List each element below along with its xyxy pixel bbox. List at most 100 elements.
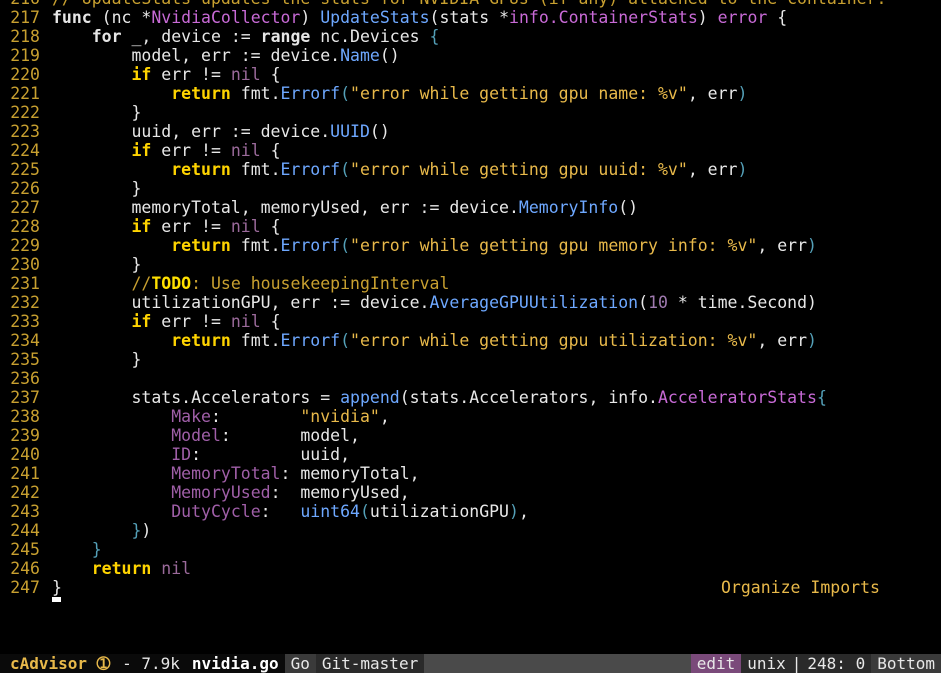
code-line[interactable]: 241 MemoryTotal: memoryTotal, (0, 464, 941, 483)
cursor-position: 248: 0 (801, 654, 872, 673)
code-line[interactable]: 236 (0, 369, 941, 388)
code-line[interactable]: 230 } (0, 255, 941, 274)
line-number: 221 (10, 84, 40, 103)
code-line[interactable]: 216// UpdateStats updates the stats for … (0, 0, 941, 8)
code-token: ( (638, 293, 649, 312)
code-line[interactable]: 224 if err != nil { (0, 141, 941, 160)
code-line[interactable]: 231 //TODO: Use housekeepingInterval (0, 274, 941, 293)
code-line[interactable]: 245 } (0, 540, 941, 559)
line-number: 247 (10, 578, 40, 597)
organize-imports-hint[interactable]: Organize Imports (721, 578, 880, 597)
code-text: if err != nil { (52, 65, 280, 84)
code-token: stats.Accelerators = (52, 388, 341, 407)
code-token: () (369, 122, 390, 141)
line-number: 220 (10, 65, 40, 84)
code-token: { (429, 27, 440, 46)
code-token: AcceleratorStats (657, 388, 817, 407)
code-line[interactable]: 233 if err != nil { (0, 312, 941, 331)
line-number: 241 (10, 464, 40, 483)
code-text: Make: "nvidia", (52, 407, 390, 426)
code-token: if (131, 312, 152, 331)
code-text: for _, device := range nc.Devices { (52, 27, 440, 46)
code-text: } (52, 350, 141, 369)
code-text: MemoryUsed: memoryUsed, (52, 483, 409, 502)
code-text: return nil (52, 559, 191, 578)
code-line[interactable]: 227 memoryTotal, memoryUsed, err := devi… (0, 198, 941, 217)
code-token: : (260, 502, 301, 521)
line-number: 231 (10, 274, 40, 293)
project-name: cAdvisor ➀ (0, 654, 117, 673)
code-token: , err (687, 160, 738, 179)
code-line[interactable]: 223 uuid, err := device.UUID() (0, 122, 941, 141)
code-token: nil (161, 559, 192, 578)
code-text: stats.Accelerators = append(stats.Accele… (52, 388, 826, 407)
code-token: if (131, 217, 152, 236)
code-text: func (nc *NvidiaCollector) UpdateStats(s… (52, 8, 787, 27)
code-token: func (52, 8, 92, 27)
code-token: ) (807, 331, 817, 350)
code-token: ) (141, 521, 152, 540)
code-token: ( (340, 236, 351, 255)
code-token: } (52, 179, 142, 198)
code-line[interactable]: 219 model, err := device.Name() (0, 46, 941, 65)
code-text: uuid, err := device.UUID() (52, 122, 390, 141)
code-token: nil (230, 65, 261, 84)
code-line[interactable]: 220 if err != nil { (0, 65, 941, 84)
code-line[interactable]: 240 ID: uuid, (0, 445, 941, 464)
code-token: ( (359, 502, 370, 521)
line-number: 230 (10, 255, 40, 274)
code-line[interactable]: 218 for _, device := range nc.Devices { (0, 27, 941, 46)
code-token: fmt. (230, 84, 281, 103)
line-number: 246 (10, 559, 40, 578)
line-number: 239 (10, 426, 40, 445)
code-line[interactable]: 243 DutyCycle: uint64(utilizationGPU), (0, 502, 941, 521)
git-branch[interactable]: Git-master (315, 654, 425, 673)
code-token: return (171, 236, 231, 255)
code-token: Name (340, 46, 380, 65)
code-token: if (131, 65, 152, 84)
code-token: ) (737, 84, 748, 103)
code-token: memoryTotal, memoryUsed, err := device. (52, 198, 519, 217)
code-line[interactable]: 226 } (0, 179, 941, 198)
code-editor[interactable]: 216// UpdateStats updates the stats for … (0, 0, 941, 597)
code-line[interactable]: 239 Model: model, (0, 426, 941, 445)
line-number: 226 (10, 179, 40, 198)
status-bar: cAdvisor ➀ - 7.9k nvidia.go Go Git-maste… (0, 654, 941, 673)
editor-mode: edit (690, 654, 742, 673)
code-line[interactable]: 246 return nil (0, 559, 941, 578)
code-line[interactable]: 244 }) (0, 521, 941, 540)
code-token: return (171, 331, 231, 350)
code-line[interactable]: 229 return fmt.Errorf("error while getti… (0, 236, 941, 255)
line-number: 245 (10, 540, 40, 559)
code-line[interactable]: 234 return fmt.Errorf("error while getti… (0, 331, 941, 350)
code-token: ( (340, 160, 351, 179)
line-number: 219 (10, 46, 40, 65)
code-line[interactable]: 228 if err != nil { (0, 217, 941, 236)
code-line[interactable]: 235 } (0, 350, 941, 369)
code-line[interactable]: 225 return fmt.Errorf("error while getti… (0, 160, 941, 179)
code-line[interactable]: 221 return fmt.Errorf("error while getti… (0, 84, 941, 103)
code-line[interactable]: 237 stats.Accelerators = append(stats.Ac… (0, 388, 941, 407)
code-token: } (52, 255, 142, 274)
code-text: model, err := device.Name() (52, 46, 399, 65)
language-mode[interactable]: Go (284, 654, 316, 673)
code-token: : memoryTotal, (280, 464, 420, 483)
code-line[interactable]: 242 MemoryUsed: memoryUsed, (0, 483, 941, 502)
code-line[interactable]: 238 Make: "nvidia", (0, 407, 941, 426)
code-token: ID (171, 445, 192, 464)
code-token: uint64 (300, 502, 360, 521)
code-text: //TODO: Use housekeepingInterval (52, 274, 449, 293)
code-line[interactable]: 217 func (nc *NvidiaCollector) UpdateStat… (0, 8, 941, 27)
code-line[interactable]: 222 } (0, 103, 941, 122)
code-text: return fmt.Errorf("error while getting g… (52, 160, 747, 179)
code-line[interactable]: 232 utilizationGPU, err := device.Averag… (0, 293, 941, 312)
code-token: ) (807, 236, 817, 255)
